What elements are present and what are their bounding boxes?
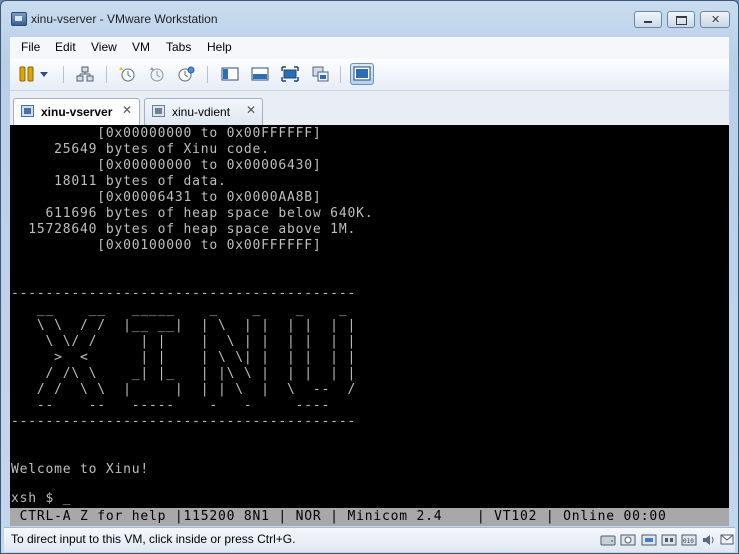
- vmware-window: xinu-vserver - VMware Workstation File E…: [0, 0, 739, 554]
- maximize-button[interactable]: [667, 11, 695, 28]
- power-pause-icon[interactable]: [18, 66, 36, 82]
- toolbar-separator: [106, 66, 107, 83]
- console-line: / / \ \ | | | | \ | \ -- /: [11, 382, 357, 397]
- usb-icon[interactable]: [661, 532, 677, 548]
- hard-disk-icon[interactable]: [600, 532, 616, 548]
- console-line: [0x00100000 to 0x00FFFFFF]: [11, 238, 322, 253]
- shell-prompt[interactable]: xsh $ _: [11, 491, 71, 507]
- console-line: \ \ / / |__ __| | \ | | | | | |: [11, 318, 357, 333]
- console-line: 611696 bytes of heap space below 640K.: [11, 206, 374, 221]
- vmware-app-icon: [11, 12, 27, 26]
- toolbar-separator: [207, 66, 208, 83]
- title-bar[interactable]: xinu-vserver - VMware Workstation: [1, 1, 738, 35]
- vm-icon: [21, 105, 34, 117]
- dropdown-arrow-icon[interactable]: [39, 66, 49, 82]
- console-line: ----------------------------------------: [11, 286, 357, 301]
- console-view-icon[interactable]: [221, 66, 239, 82]
- toolbar-separator: [63, 66, 64, 83]
- vm-status-bar: To direct input to this VM, click inside…: [4, 527, 735, 552]
- full-screen-icon[interactable]: [281, 66, 299, 82]
- unity-icon[interactable]: [312, 66, 330, 82]
- tab-label: xinu-vdient: [172, 105, 231, 119]
- snapshot-icon[interactable]: [118, 66, 136, 82]
- cd-drive-icon[interactable]: [620, 532, 636, 548]
- console-line: 18011 bytes of data.: [11, 174, 227, 189]
- menu-help[interactable]: Help: [207, 40, 232, 54]
- menu-bar: File Edit View VM Tabs Help: [10, 37, 729, 59]
- serial-port-icon[interactable]: 010: [681, 532, 697, 548]
- menu-vm[interactable]: VM: [132, 40, 150, 54]
- network-icon[interactable]: [76, 66, 94, 82]
- minimize-button[interactable]: [634, 11, 662, 28]
- menu-file[interactable]: File: [21, 40, 40, 54]
- tab-close-icon[interactable]: ✕: [122, 103, 132, 117]
- minicom-status-line: CTRL-A Z for help |115200 8N1 | NOR | Mi…: [10, 508, 729, 526]
- minicom-status-text: CTRL-A Z for help |115200 8N1 | NOR | Mi…: [11, 509, 667, 524]
- console-line: __ __ _____ _ _ _ _: [11, 302, 348, 317]
- console-line: ----------------------------------------: [11, 414, 357, 429]
- vm-console-screen[interactable]: [0x00000000 to 0x00FFFFFF] 25649 bytes o…: [10, 125, 729, 508]
- console-line: 15728640 bytes of heap space above 1M.: [11, 222, 357, 237]
- console-line: -- -- ----- - - ----: [11, 398, 331, 413]
- tab-bar: xinu-vserver ✕ xinu-vdient ✕: [10, 91, 729, 125]
- console-line: / /\ \ _| |_ | |\ \ | | | | |: [11, 366, 357, 381]
- console-line: 25649 bytes of Xinu code.: [11, 142, 270, 157]
- toolbar: [10, 59, 729, 91]
- console-line: [0x00000000 to 0x00FFFFFF]: [11, 126, 322, 141]
- revert-snapshot-icon[interactable]: [148, 66, 166, 82]
- tab-label: xinu-vserver: [41, 105, 113, 119]
- window-title: xinu-vserver - VMware Workstation: [31, 12, 218, 26]
- close-window-button[interactable]: [700, 11, 730, 28]
- vm-icon: [152, 105, 165, 117]
- tab-xinu-vdient[interactable]: xinu-vdient ✕: [144, 98, 263, 125]
- console-line: [0x00000000 to 0x00006430]: [11, 158, 322, 173]
- tab-close-icon[interactable]: ✕: [246, 103, 256, 117]
- menu-view[interactable]: View: [91, 40, 117, 54]
- network-adapter-icon[interactable]: [641, 532, 657, 548]
- tab-xinu-vserver[interactable]: xinu-vserver ✕: [13, 98, 140, 125]
- console-line: Welcome to Xinu!: [11, 462, 150, 477]
- svg-text:010: 010: [683, 538, 694, 545]
- toolbar-separator: [340, 66, 341, 83]
- console-line: > < | | | \ \| | | | | |: [11, 350, 357, 365]
- quick-switch-icon[interactable]: [251, 66, 269, 82]
- menu-tabs[interactable]: Tabs: [166, 40, 191, 54]
- console-line: [0x00006431 to 0x0000AA8B]: [11, 190, 322, 205]
- message-icon[interactable]: [720, 532, 736, 548]
- thumbnail-view-icon[interactable]: [350, 63, 374, 85]
- menu-edit[interactable]: Edit: [55, 40, 76, 54]
- sound-icon[interactable]: [701, 532, 717, 548]
- input-hint-text: To direct input to this VM, click inside…: [11, 532, 296, 546]
- snapshot-manager-icon[interactable]: [177, 66, 195, 82]
- console-line: \ \/ / | | | \ | | | | | |: [11, 334, 357, 349]
